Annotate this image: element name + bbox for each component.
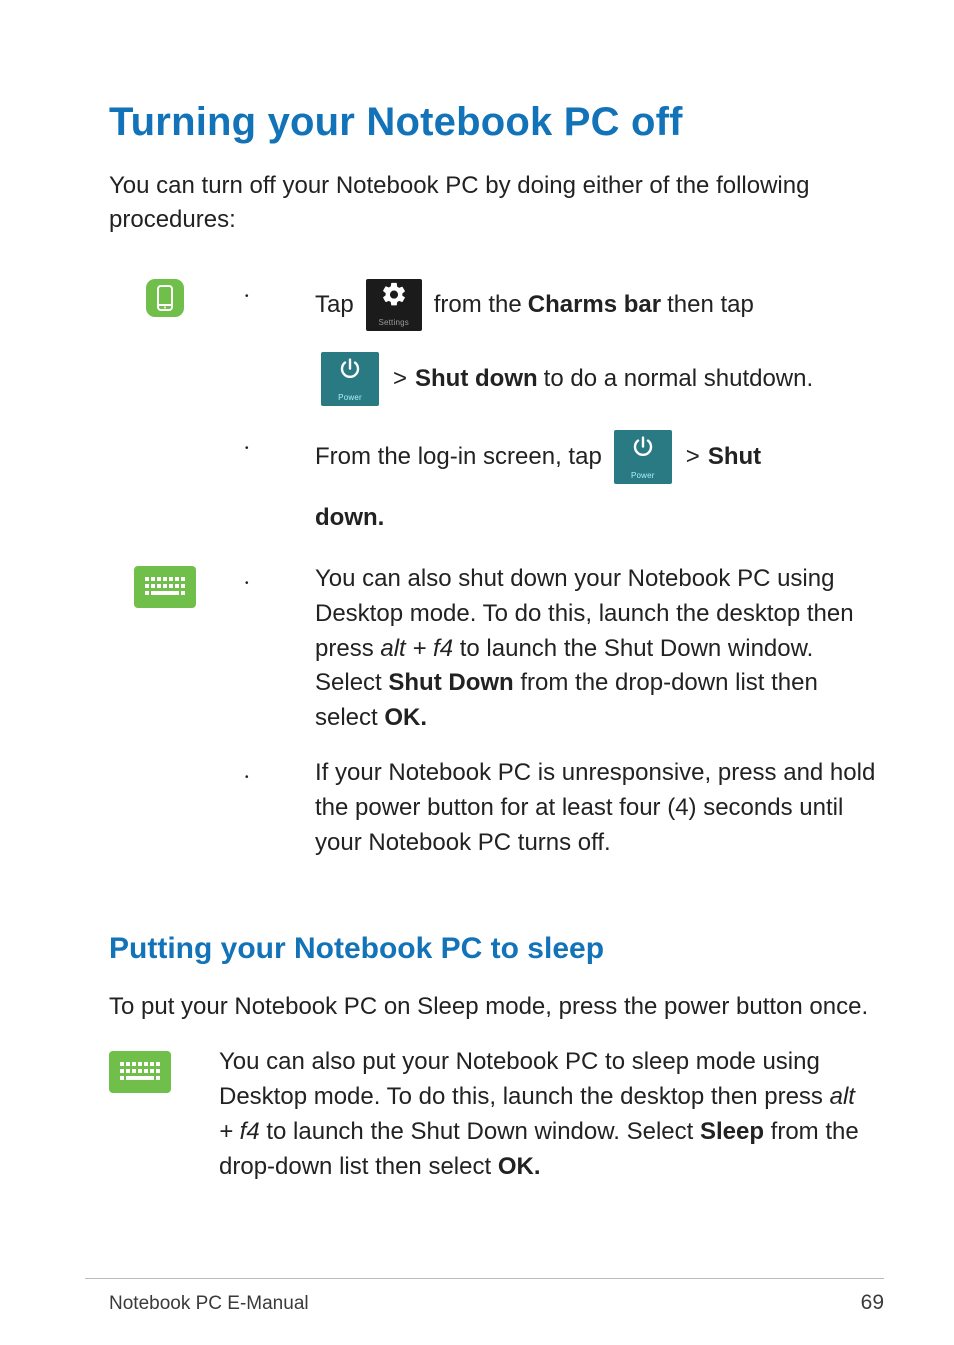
text: If your Notebook PC is unresponsive, pre… [315, 756, 884, 860]
footer-text: Notebook PC E-Manual [109, 1293, 309, 1315]
text: Tap [315, 288, 354, 323]
touchscreen-icon [146, 279, 184, 317]
bullet-icon: • [245, 756, 315, 790]
manual-page: Turning your Notebook PC off You can tur… [0, 0, 954, 1345]
keyboard-icon [109, 1051, 171, 1093]
ok-label: OK. [498, 1153, 541, 1180]
touch-step-2: • From the log-in screen, tap Power [245, 427, 884, 536]
keyboard-icon [134, 566, 196, 608]
intro-text: You can turn off your Notebook PC by doi… [109, 169, 884, 237]
text: You can also put your Notebook PC to sle… [219, 1048, 830, 1110]
keyboard-step-2: • If your Notebook PC is unresponsive, p… [245, 756, 884, 860]
charms-bar-label: Charms bar [528, 288, 661, 323]
touch-badge-col [85, 275, 245, 317]
power-tile-icon: Power [614, 430, 672, 484]
page-number: 69 [861, 1291, 884, 1315]
text: to do a normal shutdown. [544, 362, 814, 397]
keyboard-badge-col [85, 562, 245, 608]
sleep-label: Sleep [700, 1118, 764, 1145]
keyboard-badge-col [109, 1045, 219, 1093]
power-tile-icon: Power [321, 352, 379, 406]
keyboard-section: • You can also shut down your Notebook P… [85, 562, 884, 876]
shut-down-label: Shut down [415, 362, 538, 397]
touch-step-1: • Tap Settings from the [245, 275, 884, 409]
settings-tile-label: Settings [366, 317, 422, 329]
down-label: down. [315, 501, 384, 536]
shut-label: Shut [708, 440, 761, 475]
settings-tile-icon: Settings [366, 279, 422, 331]
section-heading-sleep: Putting your Notebook PC to sleep [109, 932, 884, 966]
text: > [391, 362, 409, 397]
keystroke: alt + f4 [380, 635, 453, 662]
power-tile-label: Power [321, 392, 379, 404]
text: to launch the Shut Down window. Select [260, 1118, 700, 1145]
bullet-icon: • [245, 275, 315, 309]
footer-rule [85, 1278, 884, 1279]
touch-section: • Tap Settings from the [85, 275, 884, 554]
text: > [684, 440, 702, 475]
ok-label: OK. [384, 704, 427, 731]
bullet-icon: • [245, 562, 315, 596]
sleep-keyboard-section: You can also put your Notebook PC to sle… [109, 1045, 884, 1184]
bullet-icon: • [245, 427, 315, 461]
text: From the log-in screen, tap [315, 440, 602, 475]
shut-down-label: Shut Down [388, 669, 513, 696]
power-tile-label: Power [614, 470, 672, 482]
keyboard-step-1: • You can also shut down your Notebook P… [245, 562, 884, 736]
text: from the [434, 288, 522, 323]
text: then tap [667, 288, 754, 323]
sleep-intro-text: To put your Notebook PC on Sleep mode, p… [109, 990, 884, 1025]
page-title: Turning your Notebook PC off [109, 100, 884, 145]
sleep-body-text: You can also put your Notebook PC to sle… [219, 1045, 884, 1184]
